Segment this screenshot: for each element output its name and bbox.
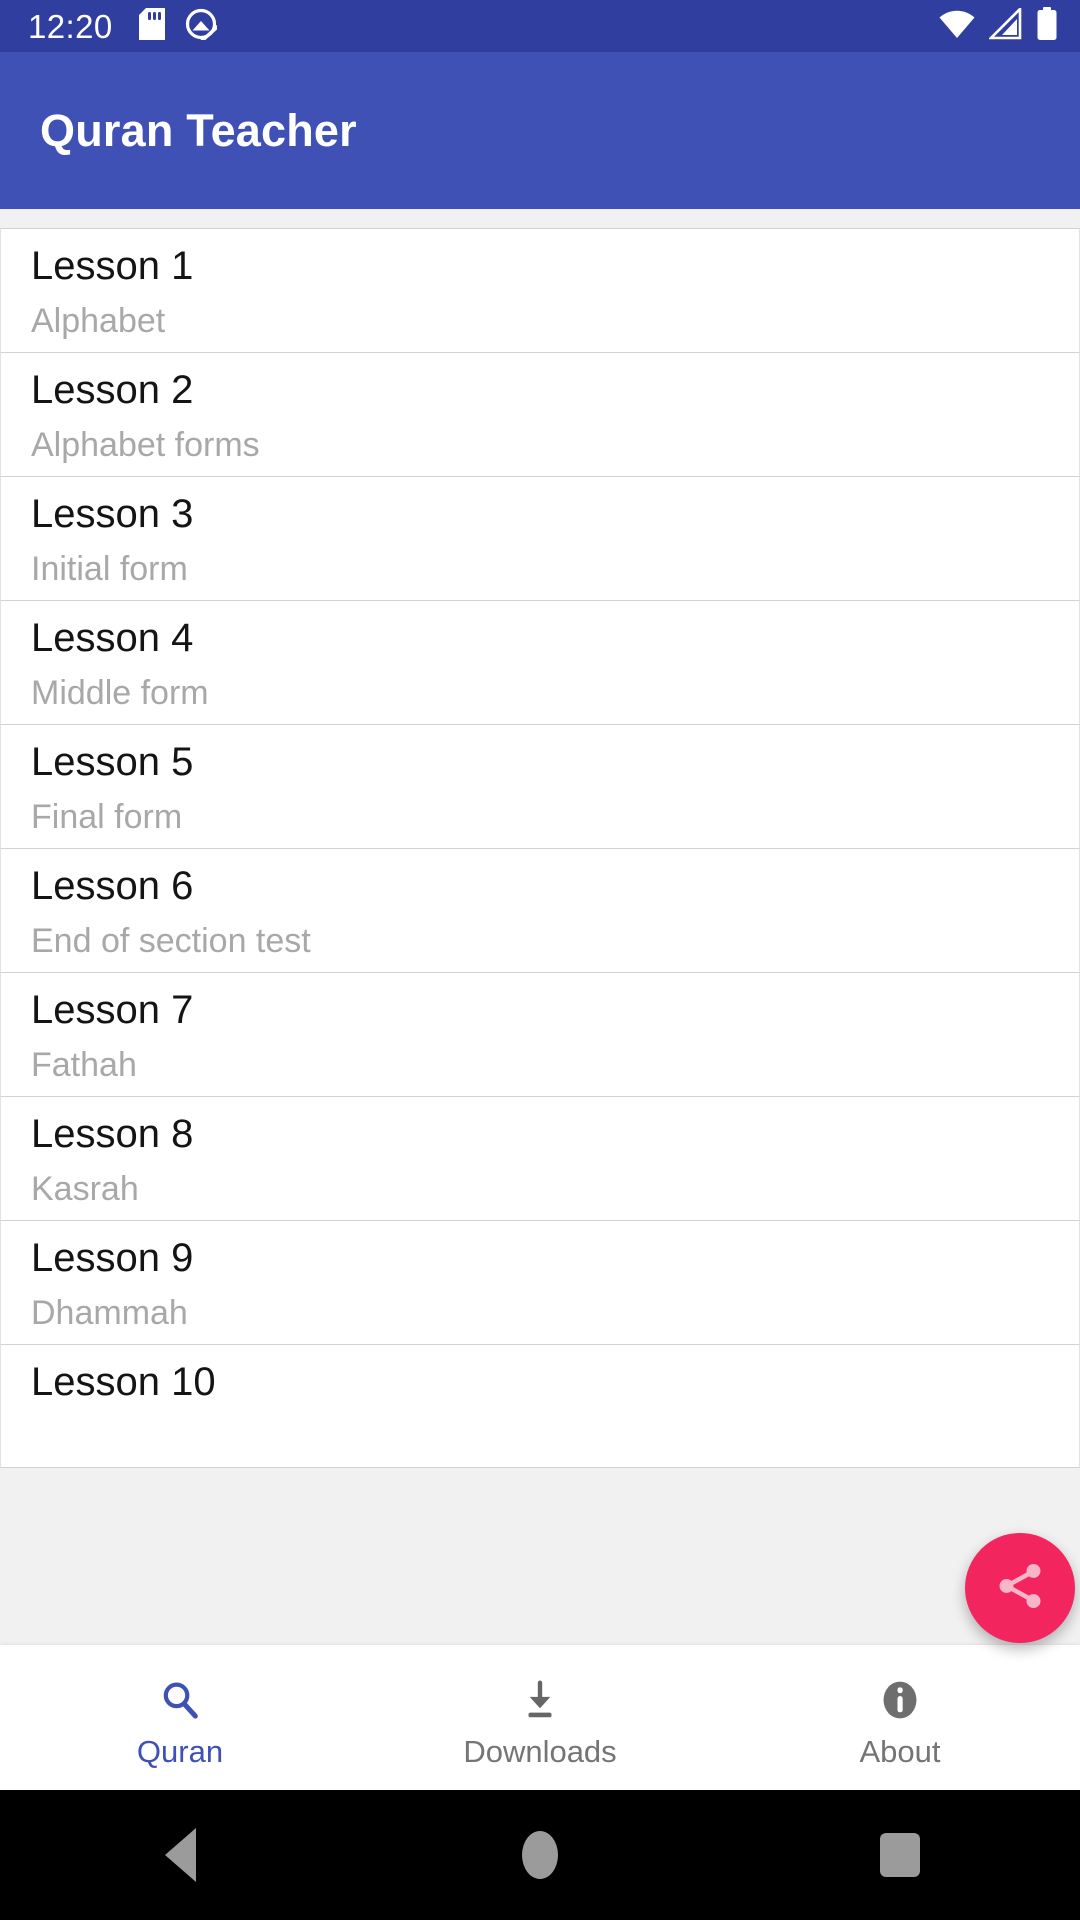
lesson-list-item[interactable]: Lesson 10 — [0, 1344, 1080, 1468]
share-icon — [993, 1559, 1047, 1618]
lesson-list-item[interactable]: Lesson 5 Final form — [0, 724, 1080, 848]
lesson-subtitle: End of section test — [31, 922, 311, 960]
lesson-list-item[interactable]: Lesson 7 Fathah — [0, 972, 1080, 1096]
system-navigation-bar — [0, 1790, 1080, 1920]
lesson-list-item[interactable]: Lesson 6 End of section test — [0, 848, 1080, 972]
lesson-title: Lesson 7 — [31, 988, 194, 1032]
lesson-subtitle: Initial form — [31, 550, 188, 588]
bottom-nav-tab-quran[interactable]: Quran — [0, 1645, 360, 1790]
lesson-title: Lesson 3 — [31, 492, 194, 536]
lesson-subtitle: Dhammah — [31, 1294, 188, 1332]
sd-card-icon — [138, 7, 165, 45]
lesson-list-item[interactable]: Lesson 4 Middle form — [0, 600, 1080, 724]
search-icon — [157, 1674, 203, 1726]
lesson-list-scroll-area[interactable]: Lesson 1 Alphabet Lesson 2 Alphabet forms Le… — [0, 209, 1080, 1645]
bottom-nav-tab-about[interactable]: About — [720, 1645, 1080, 1790]
lesson-subtitle: Alphabet — [31, 302, 166, 340]
back-button[interactable] — [0, 1828, 360, 1882]
lesson-list: Lesson 1 Alphabet Lesson 2 Alphabet forms Le… — [0, 228, 1080, 1468]
home-circle-icon — [522, 1831, 558, 1879]
status-bar-right-icons — [938, 5, 1058, 46]
lesson-title: Lesson 9 — [31, 1236, 194, 1280]
phone-screen: 12:20 Quran Teacher Lesson 1 Alphabet Le… — [0, 0, 1080, 1920]
bottom-nav-tab-downloads[interactable]: Downloads — [360, 1645, 720, 1790]
battery-full-icon — [1036, 6, 1058, 46]
lesson-title: Lesson 8 — [31, 1112, 194, 1156]
cellular-signal-icon — [987, 5, 1023, 45]
lesson-title: Lesson 4 — [31, 616, 194, 660]
do-not-disturb-icon — [185, 8, 222, 45]
lesson-list-item[interactable]: Lesson 1 Alphabet — [0, 228, 1080, 352]
lesson-subtitle: Kasrah — [31, 1170, 139, 1208]
share-fab[interactable] — [965, 1533, 1075, 1643]
wifi-icon — [938, 8, 976, 45]
lesson-title: Lesson 5 — [31, 740, 194, 784]
lesson-list-item[interactable]: Lesson 9 Dhammah — [0, 1220, 1080, 1344]
page-title: Quran Teacher — [40, 104, 357, 156]
status-bar-left-icons — [138, 7, 222, 45]
lesson-subtitle: Alphabet forms — [31, 426, 260, 464]
status-bar: 12:20 — [0, 0, 1080, 52]
lesson-list-item[interactable]: Lesson 3 Initial form — [0, 476, 1080, 600]
bottom-nav-label-downloads: Downloads — [463, 1734, 617, 1769]
lesson-list-item[interactable]: Lesson 8 Kasrah — [0, 1096, 1080, 1220]
lesson-subtitle: Fathah — [31, 1046, 137, 1084]
lesson-title: Lesson 2 — [31, 368, 194, 412]
back-triangle-icon — [164, 1828, 196, 1882]
lesson-list-item[interactable]: Lesson 2 Alphabet forms — [0, 352, 1080, 476]
lesson-subtitle: Final form — [31, 798, 183, 836]
lesson-title: Lesson 10 — [31, 1360, 216, 1404]
bottom-navigation-bar: Quran Downloads About — [0, 1645, 1080, 1790]
bottom-nav-label-quran: Quran — [136, 1734, 224, 1769]
lesson-title: Lesson 1 — [31, 244, 194, 288]
lesson-title: Lesson 6 — [31, 864, 194, 908]
status-bar-clock: 12:20 — [28, 7, 113, 45]
download-icon — [517, 1674, 563, 1726]
home-button[interactable] — [360, 1831, 720, 1879]
recents-button[interactable] — [720, 1833, 1080, 1877]
lesson-subtitle: Middle form — [31, 674, 209, 712]
recents-square-icon — [880, 1833, 920, 1877]
app-bar: Quran Teacher — [0, 52, 1080, 209]
info-icon — [877, 1674, 923, 1726]
bottom-nav-label-about: About — [859, 1734, 941, 1769]
